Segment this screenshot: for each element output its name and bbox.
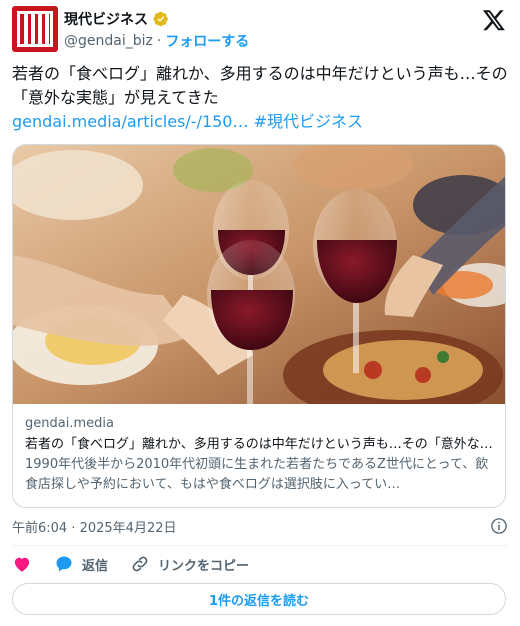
like-button[interactable] <box>12 554 32 574</box>
read-replies-button[interactable]: 1件の返信を読む <box>12 583 506 615</box>
hashtag-link[interactable]: #現代ビジネス <box>254 112 363 131</box>
copy-link-button[interactable]: リンクをコピー <box>130 554 249 574</box>
reply-button[interactable]: 返信 <box>54 554 108 574</box>
tweet-actions: 返信 リンクをコピー <box>12 552 508 576</box>
tweet-link-row: gendai.media/articles/-/150… #現代ビジネス <box>12 110 508 134</box>
reply-bubble-icon <box>56 556 72 572</box>
author-display-name[interactable]: 現代ビジネス <box>64 9 148 29</box>
link-preview-card[interactable]: gendai.media 若者の「食べログ」離れか、多用するのは中年だけという声… <box>12 144 506 508</box>
card-description: 1990年代後半から2010年代初頭に生まれた若者たちであるZ世代にとって、飲食… <box>25 457 489 492</box>
card-domain: gendai.media <box>25 416 114 431</box>
verified-badge-icon <box>153 11 168 27</box>
author-handle[interactable]: @gendai_biz <box>64 33 153 49</box>
follow-button[interactable]: フォローする <box>165 31 249 51</box>
timestamp-row: 午前6:04 · 2025年4月22日 <box>12 514 508 538</box>
author-name-row: 現代ビジネス <box>64 9 169 29</box>
info-icon[interactable] <box>490 517 508 535</box>
author-handle-row: @gendai_biz · フォローする <box>64 31 249 51</box>
wine-toast-photo[interactable] <box>13 145 506 404</box>
reply-label: 返信 <box>82 558 109 574</box>
card-title: 若者の「食べログ」離れか、多用するのは中年だけという声も…その「意外な実態」が見… <box>25 437 495 452</box>
separator-dot: · <box>156 33 162 49</box>
copy-link-label: リンクをコピー <box>158 558 250 574</box>
heart-icon <box>14 557 30 572</box>
divider <box>12 545 508 546</box>
tweet-text: 若者の「食べログ」離れか、多用するのは中年だけという声も…その「意外な実態」が見… <box>12 64 508 107</box>
tweet-timestamp[interactable]: 午前6:04 · 2025年4月22日 <box>12 517 177 536</box>
card-meta: gendai.media 若者の「食べログ」離れか、多用するのは中年だけという声… <box>25 415 495 495</box>
link-icon <box>132 556 148 572</box>
article-link[interactable]: gendai.media/articles/-/150… <box>12 112 248 131</box>
read-replies-label: 1件の返信を読む <box>208 593 310 609</box>
x-logo-icon[interactable] <box>482 8 506 32</box>
avatar[interactable] <box>12 6 58 52</box>
tweet-header: 現代ビジネス @gendai_biz · フォローする <box>12 6 508 54</box>
